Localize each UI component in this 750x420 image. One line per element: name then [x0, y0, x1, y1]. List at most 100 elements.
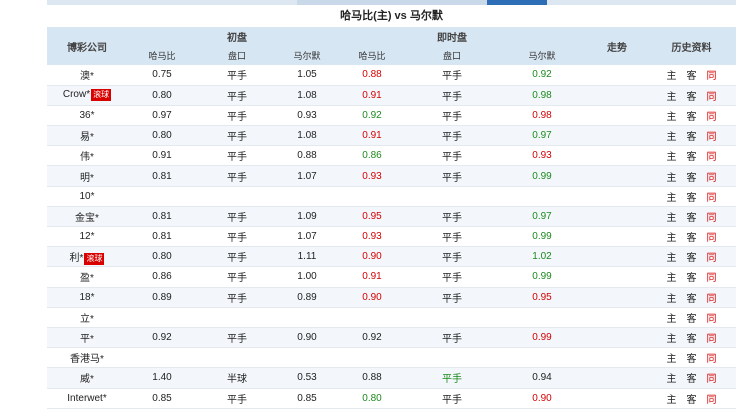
head-to-head-link[interactable]: 同	[702, 88, 722, 103]
head-to-head-link[interactable]: 同	[702, 350, 722, 365]
company-name[interactable]: 威*	[80, 374, 94, 385]
company-name[interactable]: 澳*	[80, 71, 94, 82]
live-handicap: 平手	[407, 165, 497, 187]
head-to-head-link[interactable]: 同	[702, 108, 722, 123]
away-history-link[interactable]: 客	[682, 330, 702, 345]
live-away-odds: 0.90	[497, 388, 587, 409]
head-to-head-link[interactable]: 同	[702, 391, 722, 406]
home-history-link[interactable]: 主	[662, 128, 682, 143]
home-history-link[interactable]: 主	[662, 249, 682, 264]
company-name[interactable]: 12*	[79, 231, 94, 242]
head-to-head-link[interactable]: 同	[702, 229, 722, 244]
live-badge[interactable]: 滚球	[91, 89, 112, 102]
company-name[interactable]: Interwet*	[67, 393, 106, 404]
away-history-link[interactable]: 客	[682, 269, 702, 284]
head-to-head-link[interactable]: 同	[702, 148, 722, 163]
away-history-link[interactable]: 客	[682, 128, 702, 143]
initial-away-odds: 0.89	[277, 287, 337, 308]
head-to-head-link[interactable]: 同	[702, 370, 722, 385]
away-history-link[interactable]: 客	[682, 229, 702, 244]
trend-cell	[587, 367, 647, 389]
company-name[interactable]: 利*	[70, 253, 84, 264]
company-name[interactable]: 金宝*	[75, 213, 99, 224]
away-history-link[interactable]: 客	[682, 249, 702, 264]
company-name[interactable]: 立*	[80, 314, 94, 325]
home-history-link[interactable]: 主	[662, 391, 682, 406]
away-history-link[interactable]: 客	[682, 189, 702, 204]
head-to-head-link[interactable]: 同	[702, 290, 722, 305]
live-badge[interactable]: 滚球	[84, 252, 105, 265]
table-row: 金宝* 0.81 平手 1.09 0.95 平手 0.97 主客同	[47, 206, 736, 228]
home-history-link[interactable]: 主	[662, 290, 682, 305]
away-history-link[interactable]: 客	[682, 88, 702, 103]
company-name[interactable]: 伟*	[80, 152, 94, 163]
home-history-link[interactable]: 主	[662, 67, 682, 82]
initial-home-odds: 0.75	[127, 65, 197, 86]
live-handicap: 平手	[407, 145, 497, 167]
head-to-head-link[interactable]: 同	[702, 209, 722, 224]
company-name[interactable]: 易*	[80, 132, 94, 143]
initial-handicap: 平手	[197, 226, 277, 248]
head-to-head-link[interactable]: 同	[702, 310, 722, 325]
live-away-odds: 0.92	[497, 65, 587, 86]
home-history-link[interactable]: 主	[662, 88, 682, 103]
live-handicap-header: 盘口	[407, 46, 497, 65]
home-history-link[interactable]: 主	[662, 148, 682, 163]
live-away-odds	[497, 307, 587, 328]
initial-away-odds: 1.09	[277, 206, 337, 228]
company-name[interactable]: Crow*	[63, 89, 90, 100]
initial-away-odds	[277, 307, 337, 328]
away-history-link[interactable]: 客	[682, 310, 702, 325]
away-history-link[interactable]: 客	[682, 350, 702, 365]
head-to-head-link[interactable]: 同	[702, 169, 722, 184]
home-history-link[interactable]: 主	[662, 330, 682, 345]
home-history-link[interactable]: 主	[662, 269, 682, 284]
live-home-odds: 0.91	[337, 125, 407, 147]
away-history-link[interactable]: 客	[682, 290, 702, 305]
home-history-link[interactable]: 主	[662, 169, 682, 184]
company-cell: 易*	[47, 125, 127, 147]
home-history-link[interactable]: 主	[662, 108, 682, 123]
live-home-odds	[337, 307, 407, 328]
home-history-link[interactable]: 主	[662, 229, 682, 244]
home-history-link[interactable]: 主	[662, 209, 682, 224]
away-history-link[interactable]: 客	[682, 67, 702, 82]
away-history-link[interactable]: 客	[682, 209, 702, 224]
company-name[interactable]: 平*	[80, 334, 94, 345]
away-history-link[interactable]: 客	[682, 108, 702, 123]
live-home-odds: 0.88	[337, 367, 407, 389]
head-to-head-link[interactable]: 同	[702, 189, 722, 204]
away-history-link[interactable]: 客	[682, 370, 702, 385]
company-name[interactable]: 36*	[79, 110, 94, 121]
away-history-link[interactable]: 客	[682, 169, 702, 184]
home-history-link[interactable]: 主	[662, 370, 682, 385]
history-links: 主客同	[647, 145, 736, 167]
initial-away-odds: 0.90	[277, 327, 337, 349]
history-links: 主客同	[647, 327, 736, 349]
initial-away-odds: 0.85	[277, 388, 337, 409]
away-history-link[interactable]: 客	[682, 148, 702, 163]
company-name[interactable]: 盈*	[80, 273, 94, 284]
head-to-head-link[interactable]: 同	[702, 330, 722, 345]
company-name[interactable]: 18*	[79, 292, 94, 303]
history-links: 主客同	[647, 307, 736, 328]
home-history-link[interactable]: 主	[662, 350, 682, 365]
head-to-head-link[interactable]: 同	[702, 128, 722, 143]
head-to-head-link[interactable]: 同	[702, 269, 722, 284]
live-home-odds: 0.91	[337, 85, 407, 106]
live-away-odds: 0.99	[497, 165, 587, 187]
history-links: 主客同	[647, 347, 736, 369]
head-to-head-link[interactable]: 同	[702, 249, 722, 264]
head-to-head-link[interactable]: 同	[702, 67, 722, 82]
company-name[interactable]: 明*	[80, 173, 94, 184]
trend-cell	[587, 165, 647, 187]
company-name[interactable]: 香港马*	[70, 354, 104, 365]
initial-away-odds: 1.07	[277, 226, 337, 248]
initial-away-odds: 1.05	[277, 65, 337, 86]
away-history-link[interactable]: 客	[682, 391, 702, 406]
home-history-link[interactable]: 主	[662, 310, 682, 325]
live-handicap	[407, 347, 497, 369]
home-history-link[interactable]: 主	[662, 189, 682, 204]
history-links: 主客同	[647, 186, 736, 207]
company-name[interactable]: 10*	[79, 191, 94, 202]
